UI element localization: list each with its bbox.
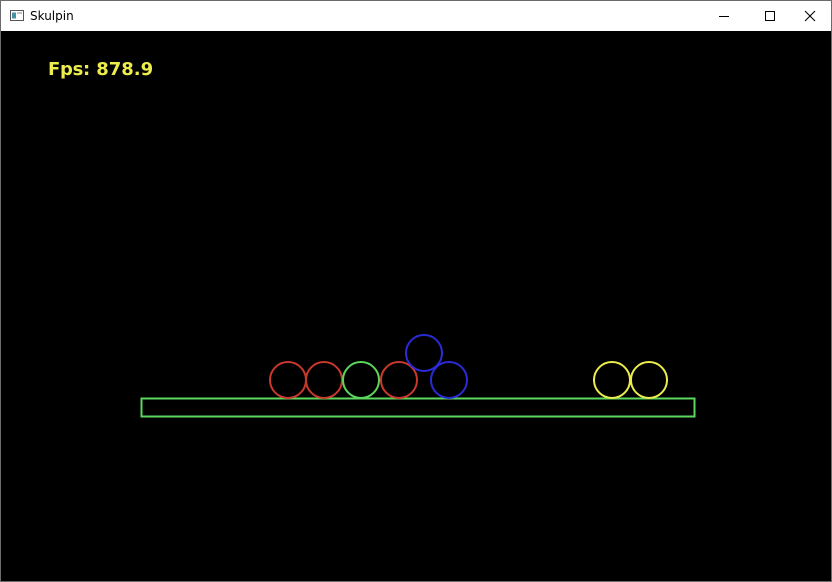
- minimize-button[interactable]: [701, 1, 747, 31]
- ball: [630, 361, 668, 399]
- window-title: Skulpin: [30, 9, 74, 23]
- minimize-icon: [719, 16, 729, 17]
- app-window: Skulpin Fps: 878.9: [0, 0, 832, 582]
- ball: [269, 361, 307, 399]
- ball: [593, 361, 631, 399]
- ground-platform: [140, 397, 696, 418]
- ball: [430, 361, 468, 399]
- ball: [305, 361, 343, 399]
- close-button[interactable]: [787, 1, 832, 31]
- physics-scene: [140, 334, 696, 418]
- ball: [380, 361, 418, 399]
- ball: [405, 334, 443, 372]
- maximize-icon: [765, 11, 775, 21]
- ball: [342, 361, 380, 399]
- close-icon: [804, 10, 816, 22]
- title-bar[interactable]: Skulpin: [1, 0, 831, 31]
- render-canvas[interactable]: Fps: 878.9: [2, 31, 831, 580]
- app-icon: [10, 10, 24, 21]
